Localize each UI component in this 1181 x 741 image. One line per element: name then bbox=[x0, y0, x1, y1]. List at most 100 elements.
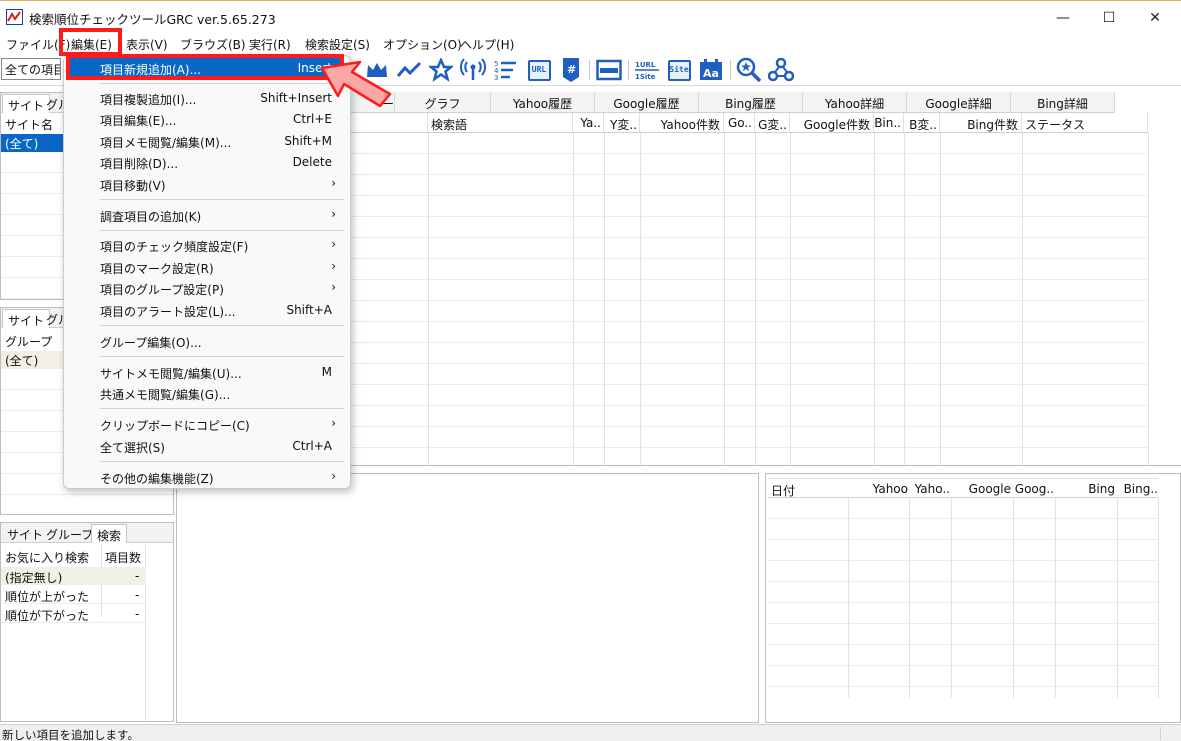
tab-bing-history[interactable]: Bing履歴 bbox=[699, 92, 803, 113]
tab-yahoo-detail[interactable]: Yahoo詳細 bbox=[803, 92, 907, 113]
svg-text:#: # bbox=[567, 63, 576, 76]
resize-grip[interactable] bbox=[1160, 727, 1180, 740]
toolbar-separator bbox=[628, 60, 629, 80]
table-row[interactable]: 順位が上がった - bbox=[1, 586, 146, 604]
menu-item-delete[interactable]: 項目削除(D)... Delete bbox=[70, 152, 344, 173]
network-icon[interactable] bbox=[768, 57, 794, 83]
hashtag-icon[interactable]: # bbox=[558, 57, 584, 83]
column-header-status[interactable]: ステータス bbox=[1022, 113, 1148, 133]
menu-item-mark-settings[interactable]: 項目のマーク設定(R) › bbox=[70, 257, 344, 278]
tab-yahoo-history[interactable]: Yahoo履歴 bbox=[491, 92, 595, 113]
menu-item-move[interactable]: 項目移動(V) › bbox=[70, 174, 344, 195]
chevron-right-icon: › bbox=[331, 176, 336, 190]
status-text: 新しい項目を追加します。 bbox=[2, 728, 139, 741]
tab-bing-detail[interactable]: Bing詳細 bbox=[1011, 92, 1115, 113]
menu-item-add-survey[interactable]: 調査項目の追加(K) › bbox=[70, 205, 344, 226]
close-icon: ✕ bbox=[1149, 9, 1161, 26]
column-header-google-rank[interactable]: Go.. bbox=[724, 113, 755, 133]
tab-google-history[interactable]: Google履歴 bbox=[595, 92, 699, 113]
maximize-button[interactable]: ☐ bbox=[1086, 1, 1132, 34]
column-header-bing-rank[interactable]: Bin.. bbox=[874, 113, 904, 133]
column-divider bbox=[573, 133, 574, 465]
item-filter-select[interactable]: 全ての項目 bbox=[1, 58, 61, 80]
menu-browse[interactable]: ブラウズ(B) bbox=[180, 36, 246, 53]
column-divider bbox=[640, 133, 641, 465]
menu-item-copy-clipboard[interactable]: クリップボードにコピー(C) › bbox=[70, 414, 344, 435]
menu-item-group-settings[interactable]: 項目のグループ設定(P) › bbox=[70, 278, 344, 299]
tab-search[interactable]: 検索 bbox=[91, 524, 128, 543]
1url-1site-icon[interactable]: 1URL 1Site bbox=[634, 57, 660, 83]
signal-icon[interactable] bbox=[460, 57, 486, 83]
column-header-yahoo-change[interactable]: Y変.. bbox=[604, 113, 640, 133]
font-calendar-icon[interactable]: Aa bbox=[698, 57, 724, 83]
history-column-yahoo[interactable]: Yahoo bbox=[848, 482, 908, 496]
history-column-bing-change[interactable]: Bing.. bbox=[1118, 482, 1158, 496]
table-row[interactable]: (指定無し) - bbox=[1, 567, 146, 585]
menu-item-other-edit[interactable]: その他の編集機能(Z) › bbox=[70, 467, 344, 488]
url-icon[interactable]: URL bbox=[526, 57, 552, 83]
menu-separator bbox=[100, 230, 344, 231]
menu-help[interactable]: ヘルプ(H) bbox=[460, 36, 514, 53]
status-bar: 新しい項目を追加します。 bbox=[0, 724, 1181, 741]
menu-item-edit[interactable]: 項目編集(E)... Ctrl+E bbox=[70, 109, 344, 130]
column-header-google-count[interactable]: Google件数 bbox=[790, 113, 874, 133]
menu-item-alert-settings[interactable]: 項目のアラート設定(L)... Shift+A bbox=[70, 300, 344, 321]
column-divider bbox=[1013, 498, 1014, 698]
chevron-right-icon: › bbox=[331, 416, 336, 430]
app-logo-icon bbox=[6, 9, 23, 25]
menu-item-label: 項目のアラート設定(L)... bbox=[100, 305, 236, 319]
menu-item-label: 共通メモ閲覧/編集(G)... bbox=[100, 388, 231, 402]
menu-view[interactable]: 表示(V) bbox=[126, 36, 168, 53]
search-panel-tabs: サイト グループ 検索 bbox=[1, 523, 173, 543]
column-header-yahoo-rank[interactable]: Ya.. bbox=[573, 113, 604, 133]
menu-item-select-all[interactable]: 全て選択(S) Ctrl+A bbox=[70, 436, 344, 457]
menu-options[interactable]: オプション(O) bbox=[383, 36, 462, 53]
history-column-bing[interactable]: Bing bbox=[1057, 482, 1115, 496]
site-icon[interactable]: Site bbox=[666, 57, 692, 83]
minimize-button[interactable]: — bbox=[1040, 1, 1086, 34]
trend-line-icon[interactable] bbox=[396, 57, 422, 83]
history-column-yahoo-change[interactable]: Yaho.. bbox=[910, 482, 950, 496]
column-header-yahoo-count[interactable]: Yahoo件数 bbox=[640, 113, 724, 133]
menu-item-common-memo[interactable]: 共通メモ閲覧/編集(G)... bbox=[70, 383, 344, 404]
window-icon[interactable] bbox=[596, 57, 622, 83]
menu-separator bbox=[100, 461, 344, 462]
tab-label: Yahoo履歴 bbox=[512, 97, 573, 111]
item-count-header: 項目数 bbox=[105, 551, 142, 565]
tab-group[interactable]: グループ bbox=[41, 524, 98, 543]
search-star-icon[interactable] bbox=[736, 57, 762, 83]
menu-run[interactable]: 実行(R) bbox=[249, 36, 291, 53]
menu-item-label: 調査項目の追加(K) bbox=[100, 210, 202, 224]
history-column-date[interactable]: 日付 bbox=[771, 482, 795, 499]
column-header-keyword[interactable]: 検索語 bbox=[428, 113, 573, 133]
column-divider bbox=[940, 133, 941, 465]
favorite-name: 順位が下がった bbox=[5, 609, 90, 623]
chevron-right-icon: › bbox=[331, 280, 336, 294]
menu-item-check-frequency[interactable]: 項目のチェック頻度設定(F) › bbox=[70, 235, 344, 256]
menu-item-site-memo[interactable]: サイトメモ閲覧/編集(U)... M bbox=[70, 362, 344, 383]
tab-graph[interactable]: グラフ bbox=[395, 92, 491, 113]
column-divider bbox=[848, 498, 849, 698]
history-column-google[interactable]: Google bbox=[953, 482, 1011, 496]
ranking-list-icon[interactable]: 543 bbox=[492, 57, 518, 83]
menu-item-label: その他の編集機能(Z) bbox=[100, 472, 214, 486]
star-icon[interactable] bbox=[428, 57, 454, 83]
column-header-google-change[interactable]: G変.. bbox=[755, 113, 790, 133]
menu-search-settings[interactable]: 検索設定(S) bbox=[305, 36, 370, 53]
column-divider bbox=[724, 133, 725, 465]
menu-item-shortcut: Shift+M bbox=[284, 134, 332, 148]
column-divider bbox=[755, 133, 756, 465]
menu-item-shortcut: Shift+A bbox=[286, 303, 332, 317]
close-button[interactable]: ✕ bbox=[1132, 1, 1178, 34]
menu-item-group-edit[interactable]: グループ編集(O)... bbox=[70, 331, 344, 352]
column-header-bing-count[interactable]: Bing件数 bbox=[940, 113, 1022, 133]
menu-separator bbox=[100, 356, 344, 357]
history-column-google-change[interactable]: Goog.. bbox=[1014, 482, 1054, 496]
column-divider bbox=[1055, 498, 1056, 698]
menu-item-item-memo[interactable]: 項目メモ閲覧/編集(M)... Shift+M bbox=[70, 131, 344, 152]
menu-item-duplicate[interactable]: 項目複製追加(I)... Shift+Insert bbox=[70, 88, 344, 109]
column-header-bing-change[interactable]: B変.. bbox=[904, 113, 940, 133]
table-row[interactable]: 順位が下がった - bbox=[1, 605, 146, 623]
list-item-label: (全て) bbox=[5, 137, 39, 151]
tab-google-detail[interactable]: Google詳細 bbox=[907, 92, 1011, 113]
